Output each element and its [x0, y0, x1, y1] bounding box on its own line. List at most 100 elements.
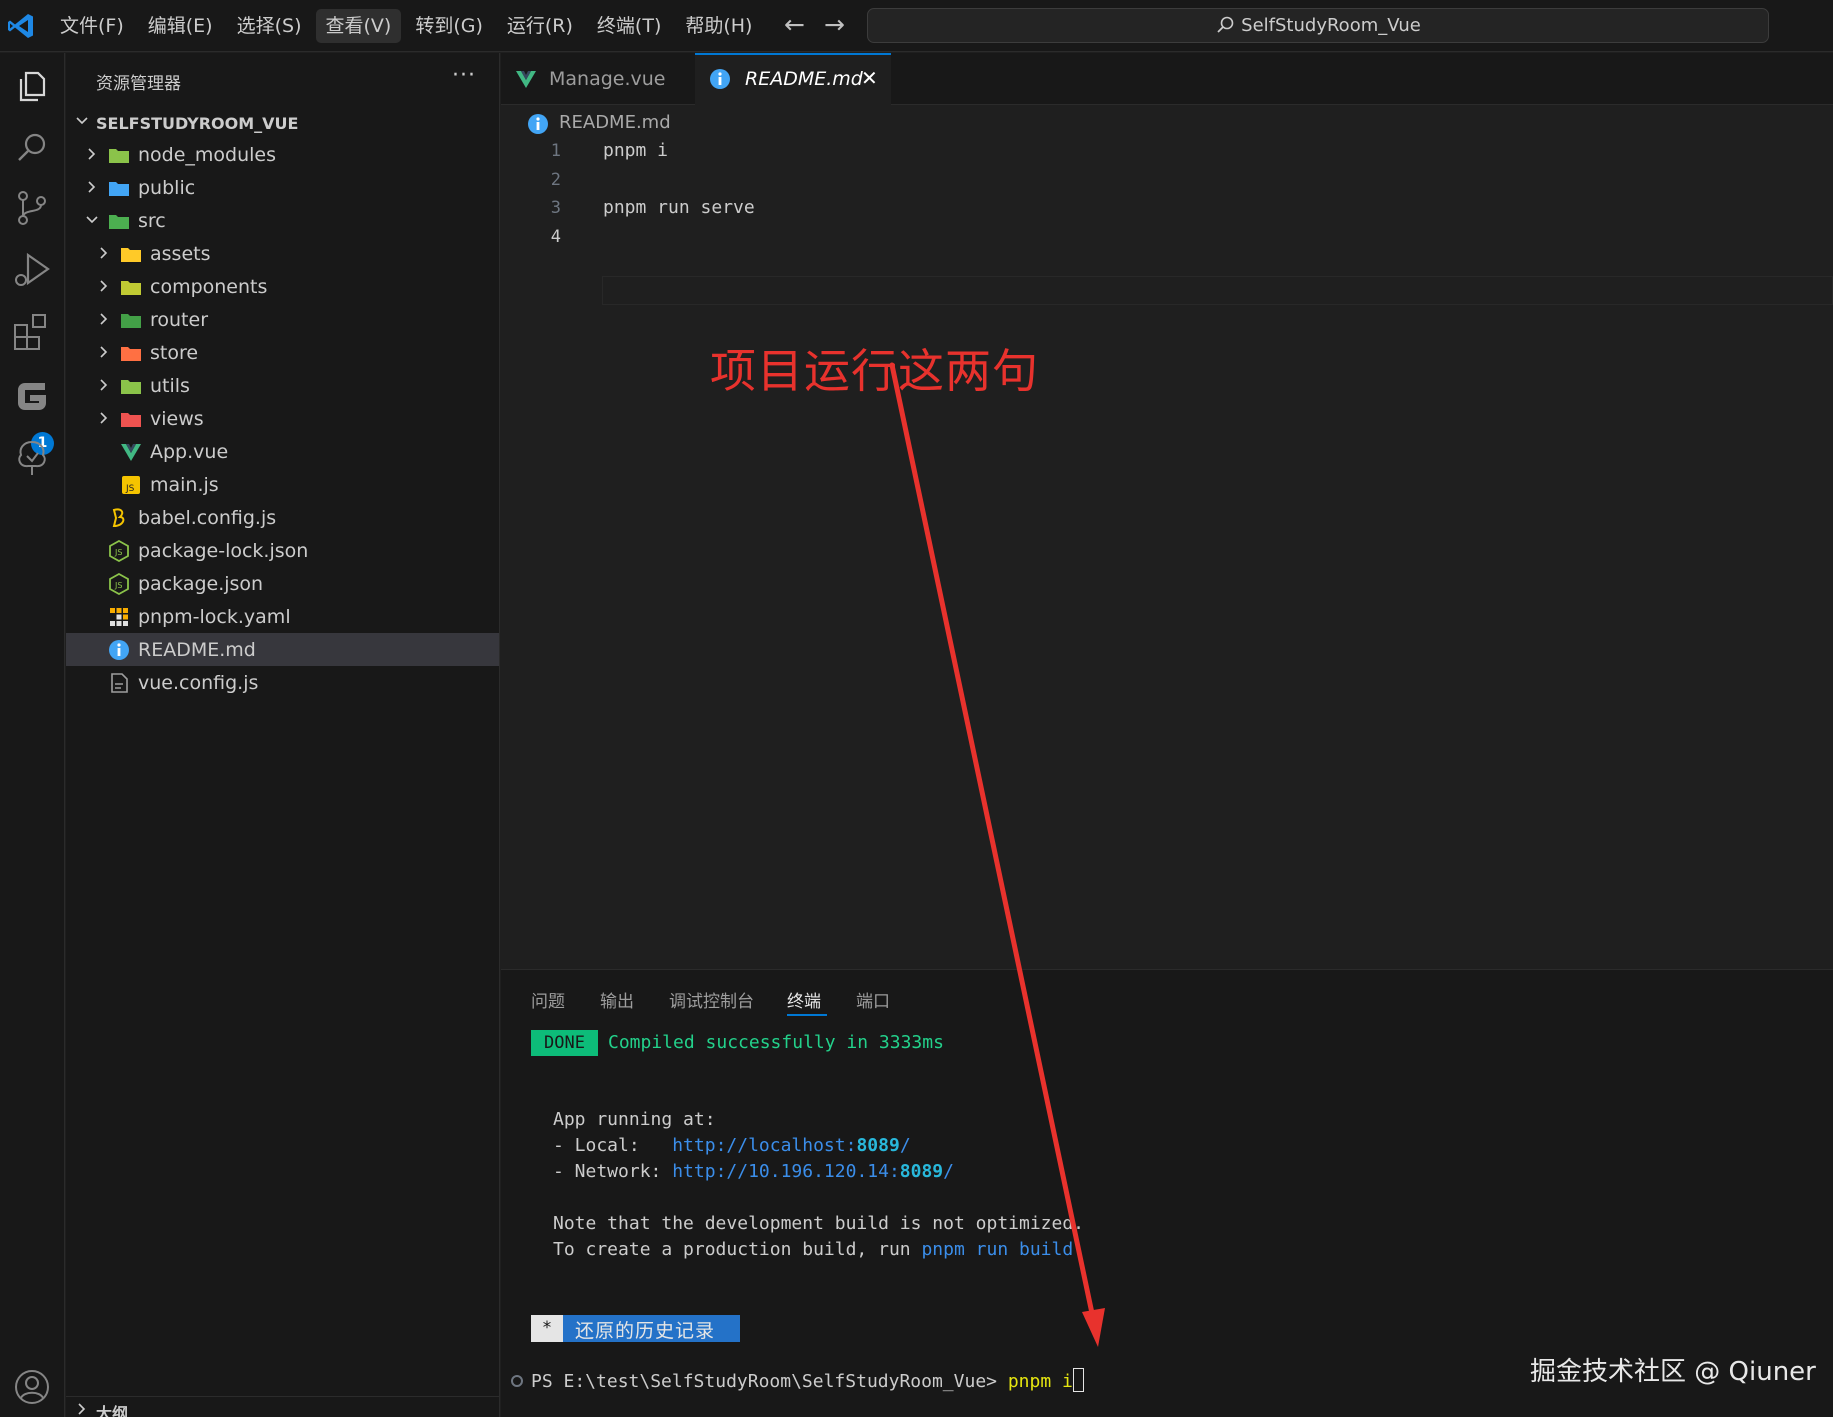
menu-file[interactable]: 文件(F)	[50, 9, 134, 43]
public-folder-icon	[109, 182, 129, 196]
tree-item[interactable]: src	[66, 204, 499, 237]
restore-star: *	[531, 1315, 563, 1342]
tree-item-label: store	[150, 342, 199, 364]
terminal-prompt-line[interactable]: PS E:\test\SelfStudyRoom\SelfStudyRoom_V…	[531, 1368, 1084, 1395]
vue-file-icon	[516, 71, 536, 88]
bottom-panel: 问题 输出 调试控制台 终端 端口 DONE Compiled successf…	[501, 969, 1833, 1417]
utils-folder-icon	[121, 380, 141, 394]
network-url-link[interactable]: http://10.196.120.14:8089/	[672, 1161, 954, 1182]
gitee-icon[interactable]	[11, 375, 53, 417]
tree-item[interactable]: vue.config.js	[66, 666, 499, 699]
tab-problems[interactable]: 问题	[531, 987, 565, 1012]
tree-item[interactable]: router	[66, 303, 499, 336]
local-url-link[interactable]: http://localhost:8089/	[672, 1135, 910, 1156]
tree-item[interactable]: components	[66, 270, 499, 303]
tree-item[interactable]: JS main.js	[66, 468, 499, 501]
tree-item[interactable]: JS package.json	[66, 567, 499, 600]
js-file-icon: JS	[122, 476, 140, 494]
tab-ports[interactable]: 端口	[856, 987, 890, 1012]
outline-section[interactable]: 大纲	[66, 1396, 499, 1417]
tree-item-label: router	[150, 309, 209, 331]
src-folder-icon	[109, 215, 129, 229]
tree-item[interactable]: store	[66, 336, 499, 369]
tree-item[interactable]: babel.config.js	[66, 501, 499, 534]
menu-bar: 文件(F) 编辑(E) 选择(S) 查看(V) 转到(G) 运行(R) 终端(T…	[50, 9, 766, 43]
title-bar: 文件(F) 编辑(E) 选择(S) 查看(V) 转到(G) 运行(R) 终端(T…	[0, 0, 1833, 52]
views-folder-icon	[121, 413, 141, 427]
back-arrow-icon[interactable]: ←	[784, 10, 805, 40]
tree-item[interactable]: utils	[66, 369, 499, 402]
svg-text:JS: JS	[125, 484, 135, 494]
menu-terminal[interactable]: 终端(T)	[587, 9, 671, 43]
tree-item[interactable]: public	[66, 171, 499, 204]
tree-item[interactable]: views	[66, 402, 499, 435]
config-file-icon	[111, 673, 128, 693]
assets-folder-icon	[121, 248, 141, 262]
account-icon[interactable]	[11, 1366, 53, 1408]
history-restored-banner: * 还原的历史记录	[531, 1315, 740, 1342]
tree-item-label: assets	[150, 243, 211, 265]
store-folder-icon	[121, 347, 141, 361]
tree-item[interactable]: JS package-lock.json	[66, 534, 499, 567]
chevron-right-icon	[100, 346, 108, 358]
tab-manage-vue[interactable]: Manage.vue	[501, 53, 689, 105]
tab-readme[interactable]: README.md ✕	[695, 53, 891, 106]
pnpm-file-icon	[110, 608, 128, 626]
explorer-sidebar: 资源管理器 ··· SELFSTUDYROOM_VUE node_modules…	[66, 53, 500, 1417]
line-number: 3	[550, 198, 561, 218]
source-control-icon[interactable]	[11, 187, 53, 229]
chevron-right-icon	[100, 247, 108, 259]
tree-item[interactable]: README.md	[66, 633, 499, 666]
command-center-search[interactable]: SelfStudyRoom_Vue	[867, 8, 1769, 43]
tree-item-label: pnpm-lock.yaml	[138, 606, 291, 628]
tree-item[interactable]: App.vue	[66, 435, 499, 468]
tab-label: README.md	[745, 68, 863, 90]
tab-terminal[interactable]: 终端	[787, 987, 821, 1012]
build-hint-line: To create a production build, run pnpm r…	[553, 1239, 1085, 1260]
tab-debug-console[interactable]: 调试控制台	[669, 987, 754, 1012]
vscode-logo-icon	[8, 14, 33, 38]
menu-help[interactable]: 帮助(H)	[675, 9, 762, 43]
code-line[interactable]: pnpm i	[603, 137, 668, 165]
menu-view[interactable]: 查看(V)	[315, 9, 402, 43]
search-icon[interactable]	[11, 127, 53, 169]
command-decoration-icon[interactable]	[511, 1375, 523, 1387]
tree-item[interactable]: pnpm-lock.yaml	[66, 600, 499, 633]
chevron-right-icon	[100, 412, 108, 424]
editor-tabs: Manage.vue README.md ✕	[501, 53, 1833, 106]
svg-text:JS: JS	[114, 548, 122, 557]
breadcrumb-file: README.md	[559, 112, 671, 133]
tree-item-label: utils	[150, 375, 190, 397]
tab-label: Manage.vue	[549, 68, 666, 90]
forward-arrow-icon[interactable]: →	[824, 10, 845, 40]
tree-item-label: README.md	[138, 639, 256, 661]
tree-item-label: main.js	[150, 474, 219, 496]
tree-item-label: package.json	[138, 573, 264, 595]
tree-item[interactable]: node_modules	[66, 138, 499, 171]
local-label: - Local:	[553, 1135, 673, 1156]
tree-root[interactable]: SELFSTUDYROOM_VUE	[66, 105, 499, 138]
info-file-icon	[528, 114, 548, 134]
close-icon[interactable]: ✕	[861, 66, 878, 90]
explorer-icon[interactable]	[11, 65, 53, 107]
chevron-right-icon	[100, 313, 108, 325]
info-file-icon	[109, 640, 129, 660]
menu-edit[interactable]: 编辑(E)	[138, 9, 223, 43]
tree-item-label: views	[150, 408, 204, 430]
menu-selection[interactable]: 选择(S)	[227, 9, 312, 43]
more-actions-icon[interactable]: ···	[452, 63, 476, 88]
menu-go[interactable]: 转到(G)	[405, 9, 493, 43]
tree-icon[interactable]	[11, 437, 53, 479]
active-tab-indicator	[787, 1014, 827, 1016]
search-icon	[1217, 16, 1234, 33]
tab-output[interactable]: 输出	[600, 987, 634, 1012]
vue-file-icon	[121, 444, 141, 461]
code-line[interactable]: pnpm run serve	[603, 194, 755, 222]
tree-item-label: public	[138, 177, 196, 199]
extensions-icon[interactable]	[11, 311, 53, 353]
run-debug-icon[interactable]	[11, 249, 53, 291]
tree-root-label: SELFSTUDYROOM_VUE	[96, 114, 299, 133]
menu-run[interactable]: 运行(R)	[497, 9, 583, 43]
chevron-right-icon	[88, 181, 96, 193]
tree-item[interactable]: assets	[66, 237, 499, 270]
